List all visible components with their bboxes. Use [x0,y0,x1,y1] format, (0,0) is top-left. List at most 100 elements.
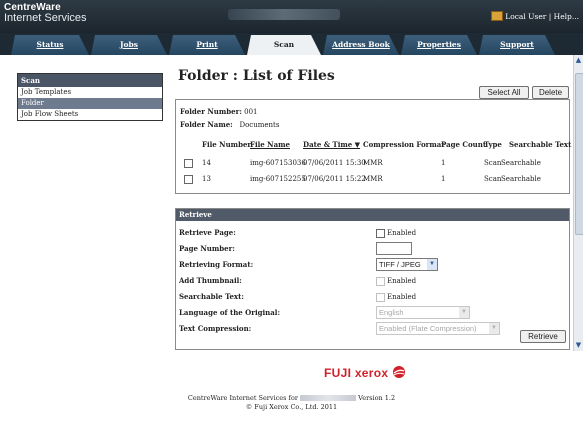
sidebar-item-folder[interactable]: Folder [18,98,162,109]
tab-address-book[interactable]: Address Book [323,35,399,55]
retrieving-format-label: Retrieving Format: [179,260,254,269]
file-pages: 1 [441,159,446,167]
file-name: img-607152255 [250,175,306,183]
retrieve-button[interactable]: Retrieve [520,330,566,343]
page-number-input[interactable] [376,242,412,255]
tab-scan[interactable]: Scan [247,35,321,55]
col-file-name[interactable]: File Name [250,138,290,152]
col-compression-format: Compression Format [363,140,445,149]
footer-line1-post: Version 1.2 [358,394,396,402]
file-type: Scan [484,159,502,167]
text-compression-row: Text Compression: Enabled (Flate Compres… [179,321,567,336]
retrieve-page-label: Retrieve Page: [179,228,236,237]
searchable-text-label: Searchable Text: [179,292,244,301]
text-compression-select[interactable]: Enabled (Flate Compression) ▼ [376,322,500,335]
scroll-up-icon[interactable]: ▲ [574,56,583,65]
chevron-down-icon[interactable]: ▼ [427,259,437,270]
folder-number-value: 001 [244,108,258,116]
add-thumbnail-row: Add Thumbnail: Enabled [179,273,567,288]
tab-print[interactable]: Print [169,35,245,55]
tab-jobs[interactable]: Jobs [91,35,167,55]
page-number-label: Page Number: [179,244,235,253]
searchable-text-row: Searchable Text: Enabled [179,289,567,304]
language-label: Language of the Original: [179,308,281,317]
file-datetime: 07/06/2011 15:22 [303,175,366,183]
file-number: 13 [202,175,211,183]
add-thumbnail-checkbox[interactable] [376,277,385,286]
footer-version: CentreWare Internet Services for Version… [0,394,583,402]
folder-number-label: Folder Number: [180,107,242,116]
file-pages: 1 [441,175,446,183]
vertical-scrollbar[interactable]: ▲ ▼ [573,55,583,351]
device-model-blurred [228,9,340,20]
chevron-down-icon: ▼ [489,323,499,334]
tab-support[interactable]: Support [479,35,555,55]
delete-button[interactable]: Delete [532,86,569,99]
xerox-ball-icon [393,366,405,378]
file-searchable: Searchable [501,175,541,183]
language-row: Language of the Original: English ▼ [179,305,567,320]
tab-properties[interactable]: Properties [401,35,477,55]
text-compression-label: Text Compression: [179,324,252,333]
page-number-row: Page Number: [179,241,567,256]
text-compression-value: Enabled (Flate Compression) [379,324,477,333]
file-datetime: 07/06/2011 15:30 [303,159,366,167]
col-file-number: File Number [202,140,252,149]
file-format: MMR [363,159,383,167]
fuji-xerox-logo: FUJI xerox [324,365,406,380]
add-thumbnail-enabled: Enabled [387,277,417,285]
user-help-links[interactable]: Local User | Help... [491,11,579,21]
searchable-text-checkbox[interactable] [376,293,385,302]
file-format: MMR [363,175,383,183]
language-select[interactable]: English ▼ [376,306,470,319]
row-checkbox[interactable] [184,159,193,168]
user-icon [491,11,504,21]
file-type: Scan [484,175,502,183]
sidebar-title: Scan [18,74,162,87]
retrieve-panel: Retrieve Retrieve Page: Enabled Page Num… [175,208,570,350]
file-name: img-607153036 [250,159,306,167]
app-logo-line2: Internet Services [4,12,87,24]
sidebar-item-job-flow-sheets[interactable]: Job Flow Sheets [18,109,162,120]
file-number: 14 [202,159,211,167]
retrieve-page-enabled: Enabled [387,229,417,237]
language-value: English [379,308,404,317]
col-searchable-text: Searchable Text [509,140,572,149]
folder-name-label: Folder Name: [180,120,233,129]
folder-name-row: Folder Name: Documents [176,120,279,129]
col-date-time[interactable]: Date & Time ▼ [303,138,360,152]
scan-sidebar: Scan Job Templates Folder Job Flow Sheet… [17,73,163,121]
footer-line1-pre: CentreWare Internet Services for [187,394,298,402]
chevron-down-icon: ▼ [459,307,469,318]
retrieving-format-row: Retrieving Format: TIFF / JPEG ▼ [179,257,567,272]
row-checkbox[interactable] [184,175,193,184]
scroll-thumb[interactable] [575,73,583,235]
file-list-panel: Folder Number: 001 Folder Name: Document… [175,99,572,194]
file-searchable: Searchable [501,159,541,167]
page-title: Folder : List of Files [178,68,335,84]
device-name-blurred [300,395,357,401]
col-type: Type [484,140,502,149]
header-bar: CentreWare Internet Services Local User … [0,0,583,33]
retrieving-format-value: TIFF / JPEG [379,260,421,269]
folder-name-value: Documents [239,121,280,129]
footer-copyright: © Fuji Xerox Co., Ltd. 2011 [245,403,338,411]
user-help-text[interactable]: Local User | Help... [505,12,579,21]
scroll-down-icon[interactable]: ▼ [574,341,583,350]
folder-number-row: Folder Number: 001 [176,107,258,116]
retrieve-title: Retrieve [176,209,569,221]
table-row: 14 img-607153036 07/06/2011 15:30 MMR 1 … [176,156,569,170]
retrieve-page-checkbox[interactable] [376,229,385,238]
retrieving-format-select[interactable]: TIFF / JPEG ▼ [376,258,438,271]
add-thumbnail-label: Add Thumbnail: [179,276,242,285]
main-tabs: Status Jobs Print Scan Address Book Prop… [0,33,583,55]
sidebar-item-job-templates[interactable]: Job Templates [18,87,162,98]
select-all-button[interactable]: Select All [479,86,529,99]
retrieve-page-row: Retrieve Page: Enabled [179,225,567,240]
table-header-row: File Number File Name Date & Time ▼ Comp… [176,138,572,152]
searchable-text-enabled: Enabled [387,293,417,301]
brand-text: FUJI xerox [324,366,389,380]
col-page-count: Page Count [441,140,487,149]
table-row: 13 img-607152255 07/06/2011 15:22 MMR 1 … [176,172,569,186]
tab-status[interactable]: Status [11,35,89,55]
